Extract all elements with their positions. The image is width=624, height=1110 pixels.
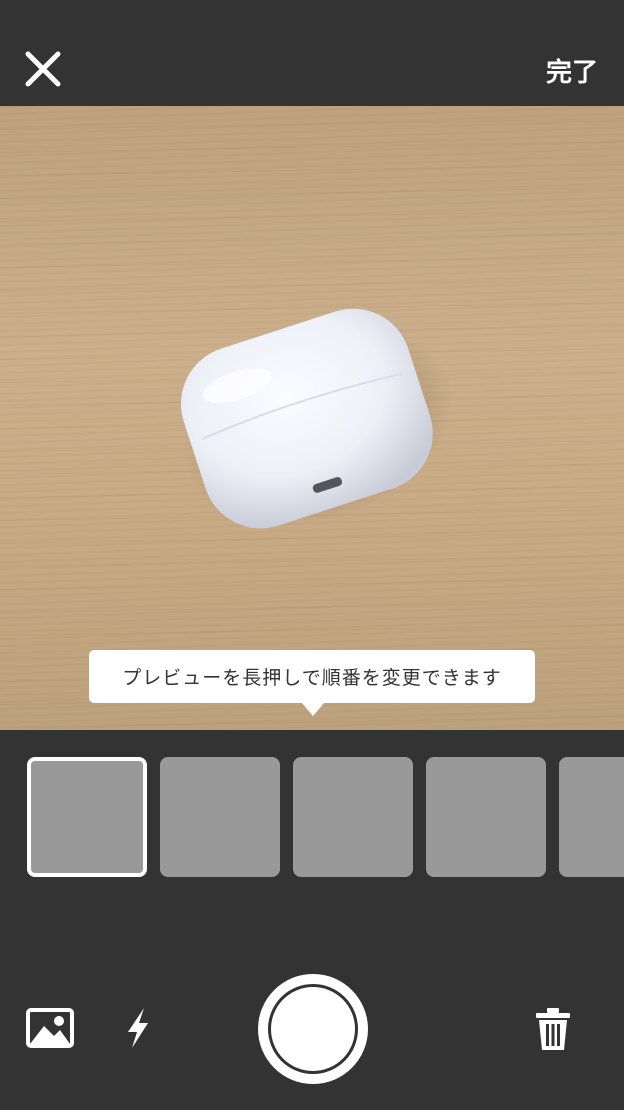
gallery-button[interactable]	[26, 1008, 74, 1048]
shutter-button[interactable]	[258, 974, 368, 1084]
tooltip-arrow	[302, 703, 324, 716]
thumbnail-slot-3[interactable]	[293, 757, 413, 877]
camera-toolbar	[0, 900, 624, 1110]
close-button[interactable]	[22, 48, 64, 90]
delete-button[interactable]	[534, 1006, 572, 1052]
thumbnail-slot-2[interactable]	[160, 757, 280, 877]
earbuds-case-photo	[180, 308, 454, 529]
done-button[interactable]: 完了	[546, 52, 598, 89]
top-bar: 完了	[0, 0, 624, 106]
thumbnail-slot-5[interactable]	[559, 757, 624, 877]
flash-button[interactable]	[122, 1006, 154, 1050]
camera-preview	[0, 106, 624, 730]
tooltip-text: プレビューを長押しで順番を変更できます	[122, 667, 502, 689]
image-icon	[26, 1008, 74, 1048]
flash-icon	[128, 1008, 148, 1048]
trash-icon	[536, 1008, 570, 1050]
thumbnail-slot-4[interactable]	[426, 757, 546, 877]
reorder-hint-tooltip: プレビューを長押しで順番を変更できます	[89, 650, 535, 703]
shutter-inner-ring	[268, 984, 358, 1074]
thumbnail-slot-1[interactable]	[27, 757, 147, 877]
thumbnail-strip[interactable]	[0, 730, 624, 900]
close-icon	[25, 51, 61, 87]
